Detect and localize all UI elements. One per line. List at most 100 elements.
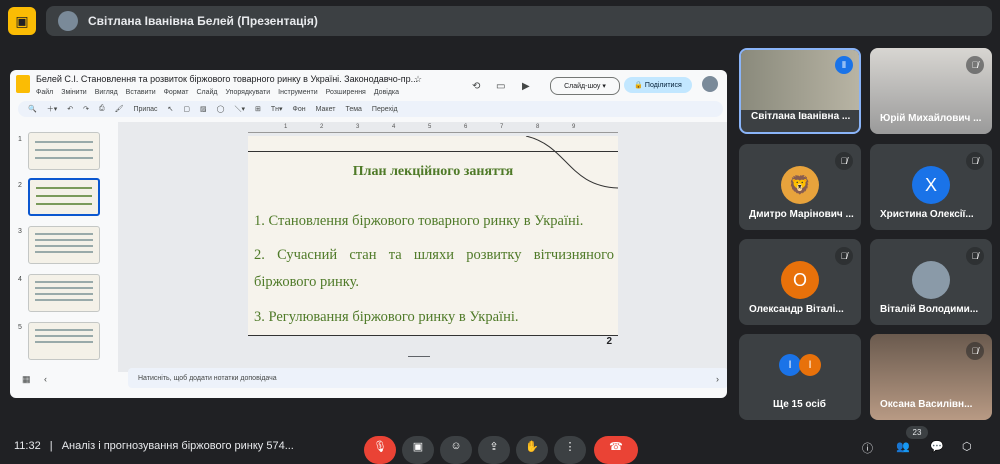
slideshow-button[interactable]: Слайд-шоу ▾ — [550, 77, 620, 95]
transition-button[interactable]: Перехід — [372, 106, 398, 113]
new-slide-icon[interactable]: ＋▾ — [47, 104, 58, 114]
camera-icon[interactable]: ▶ — [522, 76, 530, 94]
ruler-number: 6 — [464, 124, 468, 130]
layout-button[interactable]: Макет — [316, 106, 336, 113]
resize-handle[interactable] — [408, 356, 430, 357]
avatar: Х — [912, 166, 950, 204]
slide-item-1: 1. Становлення біржового товарного ринку… — [254, 213, 584, 229]
grid-view-icon[interactable]: ▦ — [22, 374, 31, 385]
hang-up-icon: ☎ — [609, 441, 623, 453]
current-slide[interactable]: План лекційного заняття 1. Становлення б… — [248, 136, 619, 347]
participant-name: Юрій Михайлович ... — [880, 113, 982, 124]
meeting-name: Аналіз і прогнозування біржового ринку 5… — [61, 440, 294, 452]
emoji-button[interactable]: ☺ — [440, 436, 472, 464]
slide-thumbnail-1[interactable] — [28, 132, 100, 170]
textbox-icon[interactable]: ▢ — [183, 105, 190, 113]
thumb-number: 1 — [18, 136, 22, 143]
text-format-icon[interactable]: Tн▾ — [271, 105, 283, 113]
theme-button[interactable]: Тема — [345, 106, 361, 113]
people-icon[interactable]: 👥 — [896, 440, 910, 453]
shape-icon[interactable]: ◯ — [217, 105, 225, 113]
raise-hand-button[interactable]: ✋ — [516, 436, 548, 464]
participants-count-badge: 23 — [906, 426, 928, 439]
participant-tile[interactable]: ⦀ Світлана Іванівна ... — [739, 48, 861, 134]
mic-off-icon: 🎙̸ — [835, 247, 853, 265]
menu-arrange[interactable]: Упорядкувати — [226, 89, 271, 96]
menu-file[interactable]: Файл — [36, 89, 53, 96]
comment-icon[interactable]: ▭ — [496, 76, 505, 94]
select-icon[interactable]: ↖ — [168, 105, 174, 113]
slide-thumbnail-5[interactable] — [28, 322, 100, 360]
speaker-notes[interactable]: Натисніть, щоб додати нотатки доповідача — [128, 368, 727, 388]
collapse-filmstrip-icon[interactable]: ‹ — [44, 374, 47, 384]
participant-tile[interactable]: 🎙̸ 🦁 Дмитро Марінович ... — [739, 144, 861, 230]
slide-page-number: 2 — [606, 336, 612, 347]
participant-name: Олександр Віталі... — [749, 304, 844, 315]
slide-item-3: 3. Регулювання біржового ринку в Україні… — [254, 309, 519, 325]
redo-icon[interactable]: ↷ — [83, 105, 89, 113]
menu-insert[interactable]: Вставити — [126, 89, 156, 96]
star-icon[interactable]: ☆ — [414, 74, 422, 85]
participant-tile[interactable]: 🎙̸ Юрій Михайлович ... — [870, 48, 992, 134]
comment-add-icon[interactable]: ⊞ — [255, 105, 261, 113]
image-icon[interactable]: ▨ — [200, 105, 207, 113]
menu-edit[interactable]: Змінити — [61, 89, 87, 96]
present-button[interactable]: ⇪ — [478, 436, 510, 464]
slides-window: Белей С.І. Становлення та розвиток біржо… — [10, 70, 727, 398]
slide-thumbnail-2[interactable] — [28, 178, 100, 216]
mic-off-icon: 🎙̸ — [966, 152, 984, 170]
slide-thumbnail-3[interactable] — [28, 226, 100, 264]
participant-name: Ще 15 осіб — [773, 399, 826, 410]
filmstrip: 1 2 3 4 5 — [10, 122, 114, 372]
chat-icon[interactable]: 💬 — [930, 440, 944, 453]
present-icon: ⇪ — [489, 441, 499, 453]
menu-tools[interactable]: Інструменти — [278, 89, 317, 96]
thumb-number: 2 — [18, 182, 22, 189]
document-title[interactable]: Белей С.І. Становлення та розвиток біржо… — [36, 74, 418, 84]
mic-off-icon: 🎙̸ — [835, 152, 853, 170]
ruler-number: 3 — [356, 124, 360, 130]
participant-name: Дмитро Марінович ... — [749, 209, 854, 220]
menu-format[interactable]: Формат — [164, 89, 189, 96]
participant-tile[interactable]: 🎙̸ Х Христина Олексії... — [870, 144, 992, 230]
slides-logo-icon — [16, 75, 30, 93]
mic-off-icon: 🎙̸ — [966, 56, 984, 74]
account-avatar[interactable] — [702, 76, 718, 92]
line-icon[interactable]: ＼▾ — [234, 104, 245, 114]
background-button[interactable]: Фон — [293, 106, 306, 113]
speaker-notes-placeholder: Натисніть, щоб додати нотатки доповідача — [138, 374, 277, 382]
menu-slide[interactable]: Слайд — [196, 89, 217, 96]
zoom-select[interactable]: Припас — [133, 106, 157, 113]
avatar: І — [799, 354, 821, 376]
info-icon[interactable]: ⓘ — [862, 440, 873, 456]
thumb-number: 4 — [18, 276, 22, 283]
history-icon[interactable]: ⟲ — [472, 76, 480, 94]
participant-tile[interactable]: 🎙̸ Віталій Володими... — [870, 239, 992, 325]
activities-icon[interactable]: ⬡ — [962, 440, 972, 453]
menu-extensions[interactable]: Розширення — [326, 89, 366, 96]
undo-icon[interactable]: ↶ — [67, 105, 73, 113]
mic-off-icon: 🎙̸ — [966, 247, 984, 265]
camera-toggle-button[interactable]: ▣ — [402, 436, 434, 464]
participant-tile[interactable]: 🎙̸ Оксана Василівн... — [870, 334, 992, 420]
paint-format-icon[interactable]: 🖌 — [115, 105, 124, 113]
menu-view[interactable]: Вигляд — [95, 89, 118, 96]
more-options-button[interactable]: ⋮ — [554, 436, 586, 464]
ruler-number: 4 — [392, 124, 396, 130]
share-label: Поділитися — [644, 81, 682, 89]
print-icon[interactable]: ⎙ — [99, 105, 105, 113]
ruler-number: 1 — [284, 124, 288, 130]
expand-icon[interactable]: › — [716, 374, 719, 384]
camera-icon: ▣ — [412, 441, 424, 453]
search-icon[interactable]: 🔍 — [28, 105, 37, 113]
share-button[interactable]: 🔒 Поділитися — [624, 77, 692, 93]
presenting-icon[interactable]: ▣ — [8, 7, 36, 35]
mic-toggle-button[interactable]: 🎙 — [364, 436, 396, 464]
leave-call-button[interactable]: ☎ — [594, 436, 638, 464]
participant-name: Оксана Василівн... — [880, 399, 973, 410]
participant-tile[interactable]: 🎙̸ О Олександр Віталі... — [739, 239, 861, 325]
slide-thumbnail-4[interactable] — [28, 274, 100, 312]
menu-help[interactable]: Довідка — [374, 89, 399, 96]
avatar: О — [781, 261, 819, 299]
more-participants-tile[interactable]: І І Ще 15 осіб — [739, 334, 861, 420]
